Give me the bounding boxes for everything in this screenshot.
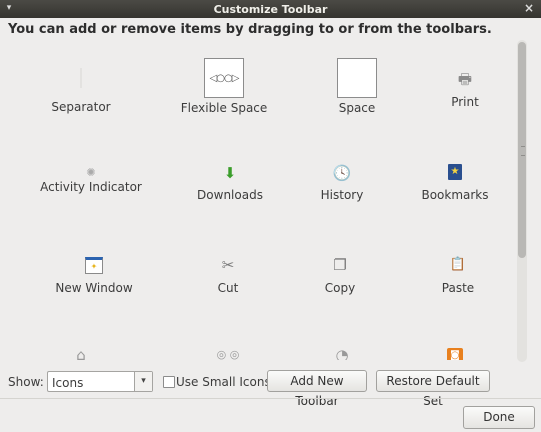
palette-item-downloads[interactable]: ⬇ Downloads — [173, 160, 287, 250]
palette-item-separator[interactable]: Separator — [24, 44, 138, 134]
divider — [0, 398, 541, 399]
flexible-space-icon: ◁○○▷ — [204, 58, 244, 98]
palette-item-partial[interactable]: ⌂ — [24, 346, 138, 360]
item-label: Bookmarks — [421, 188, 489, 202]
title-bar: ▾ Customize Toolbar × — [0, 0, 541, 18]
palette-item-partial[interactable]: ◎ ◎ — [171, 346, 285, 360]
close-icon[interactable]: × — [523, 2, 535, 14]
item-label: Flexible Space — [180, 101, 268, 115]
item-label: Downloads — [197, 188, 263, 202]
show-mode-value: Icons — [52, 376, 84, 390]
palette-item-partial[interactable]: ◙ — [398, 346, 512, 360]
printer-icon: 🖶 — [457, 70, 473, 88]
palette-item-paste[interactable]: 📋 Paste — [401, 254, 514, 344]
palette-item-print[interactable]: 🖶 Print — [408, 44, 514, 134]
separator-icon — [80, 68, 82, 88]
item-label: Copy — [324, 281, 356, 295]
done-button[interactable]: Done — [463, 406, 535, 429]
clock-icon: 🕓 — [332, 164, 352, 182]
item-label: History — [320, 188, 364, 202]
grip-icon — [521, 146, 525, 156]
palette-item-partial[interactable]: ◔ — [285, 346, 399, 360]
gauge-icon: ◔ — [335, 346, 349, 360]
palette-item-history[interactable]: 🕓 History — [285, 160, 399, 250]
restore-default-set-button[interactable]: Restore Default Set — [376, 370, 490, 408]
item-label: Activity Indicator — [40, 180, 142, 194]
download-icon: ⬇ — [223, 164, 237, 182]
instructions-text: You can add or remove items by dragging … — [8, 22, 492, 37]
scrollbar-thumb[interactable] — [518, 42, 526, 258]
home-icon: ⌂ — [76, 346, 86, 360]
rss-feed-icon: ◙ — [447, 348, 463, 360]
palette-item-cut[interactable]: ✂ Cut — [171, 254, 285, 344]
window-menu-icon[interactable]: ▾ — [4, 3, 14, 13]
show-label: Show: — [8, 375, 44, 389]
item-label: Separator — [51, 100, 111, 114]
palette-item-bookmarks[interactable]: ★ Bookmarks — [398, 160, 512, 250]
palette-item-copy[interactable]: ❐ Copy — [283, 254, 397, 344]
space-icon — [337, 58, 377, 98]
bookmark-book-icon: ★ — [448, 164, 462, 180]
copy-icon: ❐ — [333, 256, 347, 274]
options-row: Show: Icons ▾ Use Small Icons Add New To… — [0, 368, 541, 408]
item-label: Print — [451, 95, 479, 109]
palette-item-space[interactable]: Space — [300, 44, 414, 134]
zoom-controls-icon: ◎ ◎ — [216, 348, 240, 360]
item-label: New Window — [55, 281, 133, 295]
item-label: Paste — [441, 281, 475, 295]
scissors-icon: ✂ — [221, 256, 235, 274]
item-label: Space — [338, 101, 376, 115]
palette-item-activity-indicator[interactable]: ✺ Activity Indicator — [34, 160, 148, 250]
window-title: Customize Toolbar — [213, 2, 328, 16]
use-small-icons-checkbox[interactable] — [163, 376, 175, 388]
palette-item-new-window[interactable]: ✦ New Window — [37, 254, 151, 344]
chevron-down-icon[interactable]: ▾ — [134, 372, 152, 391]
palette-scrollbar[interactable] — [517, 40, 527, 362]
add-new-toolbar-button[interactable]: Add New Toolbar — [267, 370, 367, 408]
new-window-icon: ✦ — [85, 257, 103, 274]
palette-item-flexible-space[interactable]: ◁○○▷ Flexible Space — [167, 44, 281, 134]
use-small-icons-label[interactable]: Use Small Icons — [176, 375, 271, 389]
toolbar-item-palette: Separator ◁○○▷ Flexible Space Space 🖶 Pr… — [24, 44, 514, 360]
show-mode-select[interactable]: Icons ▾ — [47, 371, 153, 392]
item-label: Cut — [217, 281, 239, 295]
clipboard-icon: 📋 — [449, 257, 467, 272]
